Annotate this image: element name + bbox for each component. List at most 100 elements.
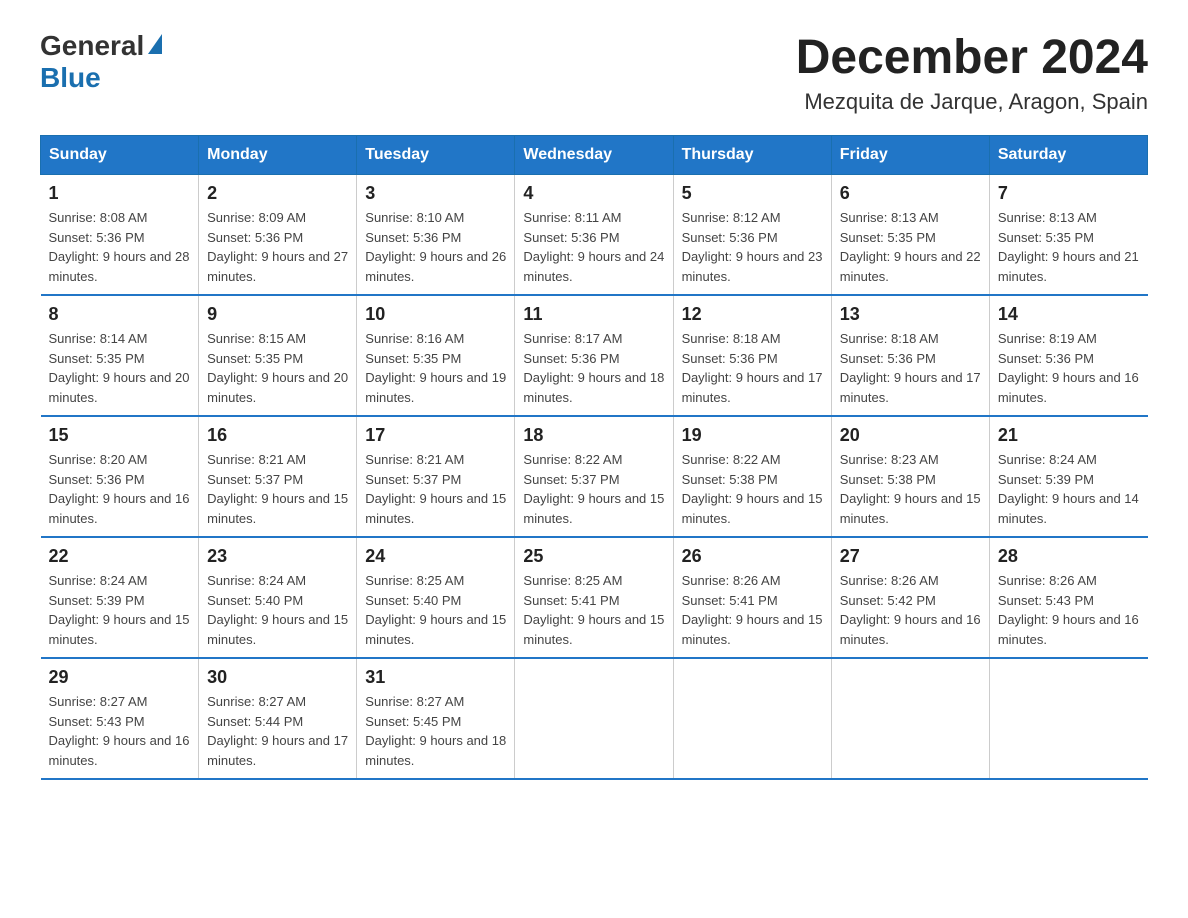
calendar-cell: 14 Sunrise: 8:19 AM Sunset: 5:36 PM Dayl…: [989, 295, 1147, 416]
day-number: 7: [998, 183, 1140, 204]
day-info: Sunrise: 8:08 AM Sunset: 5:36 PM Dayligh…: [49, 208, 191, 286]
calendar-header-row: SundayMondayTuesdayWednesdayThursdayFrid…: [41, 136, 1148, 175]
calendar-cell: [673, 658, 831, 779]
day-number: 6: [840, 183, 981, 204]
logo-blue: Blue: [40, 62, 101, 94]
day-number: 1: [49, 183, 191, 204]
day-info: Sunrise: 8:27 AM Sunset: 5:45 PM Dayligh…: [365, 692, 506, 770]
day-number: 10: [365, 304, 506, 325]
day-info: Sunrise: 8:13 AM Sunset: 5:35 PM Dayligh…: [840, 208, 981, 286]
day-number: 5: [682, 183, 823, 204]
week-row-4: 22 Sunrise: 8:24 AM Sunset: 5:39 PM Dayl…: [41, 537, 1148, 658]
day-number: 8: [49, 304, 191, 325]
calendar-cell: 2 Sunrise: 8:09 AM Sunset: 5:36 PM Dayli…: [199, 175, 357, 296]
calendar-cell: [515, 658, 673, 779]
header-sunday: Sunday: [41, 136, 199, 175]
day-number: 4: [523, 183, 664, 204]
logo: General Blue: [40, 30, 162, 94]
day-info: Sunrise: 8:13 AM Sunset: 5:35 PM Dayligh…: [998, 208, 1140, 286]
calendar-cell: 16 Sunrise: 8:21 AM Sunset: 5:37 PM Dayl…: [199, 416, 357, 537]
calendar-cell: [831, 658, 989, 779]
page-header: General Blue December 2024 Mezquita de J…: [40, 30, 1148, 115]
week-row-5: 29 Sunrise: 8:27 AM Sunset: 5:43 PM Dayl…: [41, 658, 1148, 779]
calendar-cell: 8 Sunrise: 8:14 AM Sunset: 5:35 PM Dayli…: [41, 295, 199, 416]
calendar-cell: 21 Sunrise: 8:24 AM Sunset: 5:39 PM Dayl…: [989, 416, 1147, 537]
calendar-cell: 22 Sunrise: 8:24 AM Sunset: 5:39 PM Dayl…: [41, 537, 199, 658]
day-info: Sunrise: 8:09 AM Sunset: 5:36 PM Dayligh…: [207, 208, 348, 286]
calendar-cell: 7 Sunrise: 8:13 AM Sunset: 5:35 PM Dayli…: [989, 175, 1147, 296]
calendar-cell: 6 Sunrise: 8:13 AM Sunset: 5:35 PM Dayli…: [831, 175, 989, 296]
calendar-cell: 5 Sunrise: 8:12 AM Sunset: 5:36 PM Dayli…: [673, 175, 831, 296]
calendar-cell: 11 Sunrise: 8:17 AM Sunset: 5:36 PM Dayl…: [515, 295, 673, 416]
day-info: Sunrise: 8:14 AM Sunset: 5:35 PM Dayligh…: [49, 329, 191, 407]
header-wednesday: Wednesday: [515, 136, 673, 175]
header-friday: Friday: [831, 136, 989, 175]
calendar-cell: 30 Sunrise: 8:27 AM Sunset: 5:44 PM Dayl…: [199, 658, 357, 779]
day-info: Sunrise: 8:24 AM Sunset: 5:39 PM Dayligh…: [49, 571, 191, 649]
calendar-cell: 18 Sunrise: 8:22 AM Sunset: 5:37 PM Dayl…: [515, 416, 673, 537]
day-number: 25: [523, 546, 664, 567]
day-number: 12: [682, 304, 823, 325]
calendar-cell: 1 Sunrise: 8:08 AM Sunset: 5:36 PM Dayli…: [41, 175, 199, 296]
day-number: 13: [840, 304, 981, 325]
day-info: Sunrise: 8:20 AM Sunset: 5:36 PM Dayligh…: [49, 450, 191, 528]
day-number: 14: [998, 304, 1140, 325]
day-number: 28: [998, 546, 1140, 567]
day-info: Sunrise: 8:24 AM Sunset: 5:39 PM Dayligh…: [998, 450, 1140, 528]
day-number: 23: [207, 546, 348, 567]
day-info: Sunrise: 8:11 AM Sunset: 5:36 PM Dayligh…: [523, 208, 664, 286]
day-info: Sunrise: 8:26 AM Sunset: 5:42 PM Dayligh…: [840, 571, 981, 649]
day-number: 19: [682, 425, 823, 446]
day-number: 22: [49, 546, 191, 567]
day-number: 31: [365, 667, 506, 688]
day-number: 2: [207, 183, 348, 204]
day-number: 16: [207, 425, 348, 446]
day-info: Sunrise: 8:24 AM Sunset: 5:40 PM Dayligh…: [207, 571, 348, 649]
week-row-2: 8 Sunrise: 8:14 AM Sunset: 5:35 PM Dayli…: [41, 295, 1148, 416]
day-number: 18: [523, 425, 664, 446]
day-info: Sunrise: 8:17 AM Sunset: 5:36 PM Dayligh…: [523, 329, 664, 407]
calendar-cell: 17 Sunrise: 8:21 AM Sunset: 5:37 PM Dayl…: [357, 416, 515, 537]
calendar-subtitle: Mezquita de Jarque, Aragon, Spain: [796, 89, 1148, 115]
day-info: Sunrise: 8:26 AM Sunset: 5:41 PM Dayligh…: [682, 571, 823, 649]
day-info: Sunrise: 8:23 AM Sunset: 5:38 PM Dayligh…: [840, 450, 981, 528]
calendar-cell: 15 Sunrise: 8:20 AM Sunset: 5:36 PM Dayl…: [41, 416, 199, 537]
day-info: Sunrise: 8:18 AM Sunset: 5:36 PM Dayligh…: [682, 329, 823, 407]
day-number: 26: [682, 546, 823, 567]
calendar-cell: 12 Sunrise: 8:18 AM Sunset: 5:36 PM Dayl…: [673, 295, 831, 416]
day-number: 11: [523, 304, 664, 325]
day-info: Sunrise: 8:22 AM Sunset: 5:38 PM Dayligh…: [682, 450, 823, 528]
calendar-cell: 29 Sunrise: 8:27 AM Sunset: 5:43 PM Dayl…: [41, 658, 199, 779]
calendar-cell: 25 Sunrise: 8:25 AM Sunset: 5:41 PM Dayl…: [515, 537, 673, 658]
day-number: 29: [49, 667, 191, 688]
day-number: 21: [998, 425, 1140, 446]
calendar-cell: 10 Sunrise: 8:16 AM Sunset: 5:35 PM Dayl…: [357, 295, 515, 416]
calendar-cell: 4 Sunrise: 8:11 AM Sunset: 5:36 PM Dayli…: [515, 175, 673, 296]
calendar-cell: 27 Sunrise: 8:26 AM Sunset: 5:42 PM Dayl…: [831, 537, 989, 658]
day-info: Sunrise: 8:21 AM Sunset: 5:37 PM Dayligh…: [365, 450, 506, 528]
calendar-cell: 3 Sunrise: 8:10 AM Sunset: 5:36 PM Dayli…: [357, 175, 515, 296]
day-number: 20: [840, 425, 981, 446]
day-info: Sunrise: 8:25 AM Sunset: 5:40 PM Dayligh…: [365, 571, 506, 649]
day-number: 3: [365, 183, 506, 204]
header-monday: Monday: [199, 136, 357, 175]
calendar-cell: 28 Sunrise: 8:26 AM Sunset: 5:43 PM Dayl…: [989, 537, 1147, 658]
day-number: 17: [365, 425, 506, 446]
title-block: December 2024 Mezquita de Jarque, Aragon…: [796, 30, 1148, 115]
header-tuesday: Tuesday: [357, 136, 515, 175]
logo-general: General: [40, 30, 144, 62]
day-info: Sunrise: 8:10 AM Sunset: 5:36 PM Dayligh…: [365, 208, 506, 286]
week-row-3: 15 Sunrise: 8:20 AM Sunset: 5:36 PM Dayl…: [41, 416, 1148, 537]
calendar-cell: 26 Sunrise: 8:26 AM Sunset: 5:41 PM Dayl…: [673, 537, 831, 658]
day-info: Sunrise: 8:12 AM Sunset: 5:36 PM Dayligh…: [682, 208, 823, 286]
day-info: Sunrise: 8:16 AM Sunset: 5:35 PM Dayligh…: [365, 329, 506, 407]
day-info: Sunrise: 8:22 AM Sunset: 5:37 PM Dayligh…: [523, 450, 664, 528]
calendar-cell: 19 Sunrise: 8:22 AM Sunset: 5:38 PM Dayl…: [673, 416, 831, 537]
day-number: 15: [49, 425, 191, 446]
calendar-cell: [989, 658, 1147, 779]
calendar-cell: 9 Sunrise: 8:15 AM Sunset: 5:35 PM Dayli…: [199, 295, 357, 416]
calendar-cell: 20 Sunrise: 8:23 AM Sunset: 5:38 PM Dayl…: [831, 416, 989, 537]
day-number: 30: [207, 667, 348, 688]
calendar-cell: 13 Sunrise: 8:18 AM Sunset: 5:36 PM Dayl…: [831, 295, 989, 416]
day-number: 27: [840, 546, 981, 567]
